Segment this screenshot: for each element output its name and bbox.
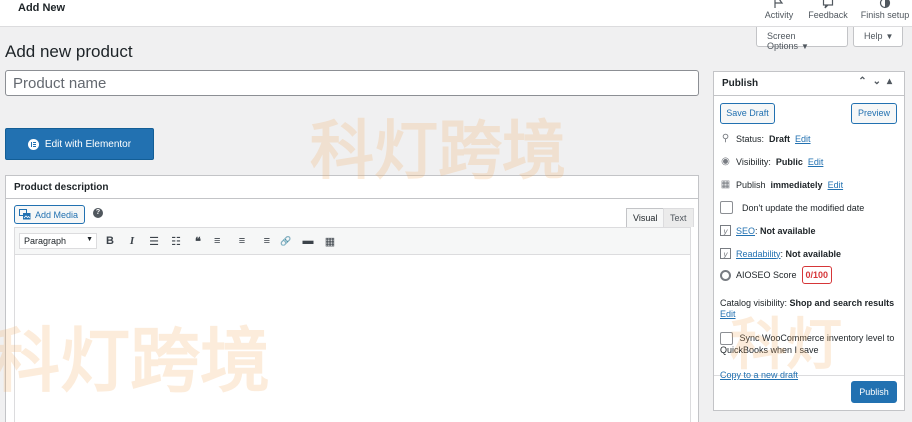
- yoast-icon: y: [720, 225, 731, 236]
- visibility-value: Public: [775, 156, 803, 167]
- publish-heading: Publish ⌃⌄▴: [714, 72, 904, 96]
- visibility-label: Visibility:: [736, 156, 771, 167]
- visibility-row: ◉ Visibility: Public Edit: [720, 156, 823, 167]
- publish-box: Publish ⌃⌄▴ Save Draft Preview ⚲ Status:…: [713, 71, 905, 411]
- dont-update-checkbox[interactable]: [720, 201, 733, 214]
- admin-topbar: Add New Activity Feedback Finish setup: [0, 0, 912, 27]
- catalog-visibility-value: Shop and search results: [789, 298, 895, 308]
- align-right-button[interactable]: ≡: [253, 231, 275, 251]
- add-media-label: Add Media: [35, 209, 79, 220]
- product-description-heading: Product description: [6, 176, 698, 199]
- sync-quickbooks-row: Sync WooCommerce inventory level to Quic…: [720, 332, 894, 356]
- media-icon: [19, 209, 31, 220]
- collapse-icon[interactable]: ▴: [887, 76, 898, 87]
- seo-row: y SEO: Not available: [720, 225, 816, 236]
- caret-down-icon: ▼: [86, 236, 93, 243]
- bullet-list-button[interactable]: ☰: [143, 231, 165, 251]
- catalog-visibility-row: Catalog visibility: Shop and search resu…: [720, 298, 894, 320]
- edit-with-elementor-button[interactable]: Edit with Elementor: [5, 128, 154, 160]
- edit-visibility-link[interactable]: Edit: [808, 157, 824, 167]
- format-select-value: Paragraph: [24, 236, 67, 246]
- move-down-icon[interactable]: ⌄: [873, 76, 887, 87]
- activity-label: Activity: [764, 10, 794, 20]
- edit-with-elementor-label: Edit with Elementor: [44, 138, 132, 150]
- edit-publish-date-link[interactable]: Edit: [828, 180, 844, 190]
- caret-down-icon: ▼: [801, 42, 809, 51]
- screen-options-label: Screen Options: [767, 31, 799, 51]
- product-description-box: Product description Add Media ? Visual T…: [5, 175, 699, 422]
- product-name-input[interactable]: [5, 70, 699, 96]
- add-media-button[interactable]: Add Media: [14, 205, 85, 224]
- publish-date-row: ▦ Publish immediately Edit: [720, 179, 843, 190]
- preview-button[interactable]: Preview: [851, 103, 897, 124]
- aioseo-label: AIOSEO Score: [736, 270, 797, 280]
- dont-update-row: Don't update the modified date: [720, 201, 864, 214]
- numbered-list-button[interactable]: ☷: [165, 231, 187, 251]
- status-value: Draft: [769, 133, 791, 144]
- readability-link[interactable]: Readability: [736, 249, 781, 259]
- finish-setup-label: Finish setup: [860, 10, 910, 20]
- editor-frame[interactable]: Paragraph ▼ B I ☰ ☷ ❝ ≡ ≡ ≡ 🔗 ▬ ▦: [14, 227, 691, 422]
- publish-date-value: immediately: [770, 179, 823, 190]
- calendar-icon: ▦: [720, 179, 731, 190]
- publish-button[interactable]: Publish: [851, 381, 897, 403]
- move-up-icon[interactable]: ⌃: [858, 76, 872, 87]
- aioseo-row: AIOSEO Score 0/100: [720, 266, 833, 284]
- publish-heading-label: Publish: [722, 78, 759, 89]
- save-draft-button[interactable]: Save Draft: [720, 103, 775, 124]
- aioseo-score-badge[interactable]: 0/100: [801, 266, 833, 284]
- help-label: Help: [864, 31, 883, 41]
- sync-quickbooks-label-1: Sync WooCommerce inventory level to: [739, 332, 895, 343]
- dont-update-label: Don't update the modified date: [742, 202, 865, 213]
- copy-to-draft-link[interactable]: Copy to a new draft: [720, 370, 798, 380]
- blockquote-button[interactable]: ❝: [187, 231, 209, 251]
- megaphone-icon: [822, 0, 834, 9]
- tab-text[interactable]: Text: [663, 208, 694, 227]
- flag-icon: [774, 0, 784, 8]
- status-row: ⚲ Status: Draft Edit: [720, 133, 811, 144]
- readability-row: y Readability: Not available: [720, 248, 841, 259]
- eye-icon: ◉: [721, 156, 730, 167]
- screen-options-button[interactable]: Screen Options ▼: [756, 27, 848, 51]
- catalog-visibility-label: Catalog visibility:: [720, 298, 788, 308]
- page-title: Add new product: [5, 42, 133, 61]
- link-button[interactable]: 🔗: [275, 231, 297, 251]
- readability-value: Not available: [785, 248, 842, 259]
- edit-catalog-visibility-link[interactable]: Edit: [720, 309, 736, 319]
- feedback-button[interactable]: Feedback: [803, 0, 853, 20]
- help-icon[interactable]: ?: [93, 208, 103, 218]
- progress-circle-icon: [879, 0, 891, 9]
- bold-button[interactable]: B: [99, 231, 121, 251]
- seo-value: Not available: [760, 225, 816, 236]
- aioseo-icon: [720, 269, 731, 281]
- activity-button[interactable]: Activity: [754, 0, 804, 20]
- yoast-icon: y: [720, 248, 731, 259]
- finish-setup-button[interactable]: Finish setup: [860, 0, 910, 20]
- align-center-button[interactable]: ≡: [231, 231, 253, 251]
- sync-quickbooks-label-2: QuickBooks when I save: [720, 345, 819, 355]
- sync-quickbooks-checkbox[interactable]: [720, 332, 733, 345]
- seo-link[interactable]: SEO: [736, 226, 755, 236]
- toolbar-toggle-button[interactable]: ▦: [319, 231, 341, 251]
- feedback-label: Feedback: [808, 10, 848, 20]
- elementor-icon: [27, 138, 39, 150]
- status-label: Status:: [736, 133, 765, 144]
- breadcrumb: Add New: [18, 2, 66, 14]
- pin-icon: ⚲: [721, 133, 730, 144]
- publish-date-label: Publish: [736, 179, 766, 190]
- caret-down-icon: ▼: [885, 32, 894, 41]
- panel-controls: ⌃⌄▴: [858, 76, 898, 87]
- tab-visual[interactable]: Visual: [626, 208, 665, 227]
- edit-status-link[interactable]: Edit: [795, 134, 811, 144]
- italic-button[interactable]: I: [121, 231, 143, 251]
- help-button[interactable]: Help ▼: [853, 27, 903, 47]
- read-more-button[interactable]: ▬: [297, 231, 319, 251]
- format-select[interactable]: Paragraph ▼: [19, 233, 97, 249]
- editor-toolbar: Paragraph ▼ B I ☰ ☷ ❝ ≡ ≡ ≡ 🔗 ▬ ▦: [15, 228, 690, 255]
- align-left-button[interactable]: ≡: [209, 231, 231, 251]
